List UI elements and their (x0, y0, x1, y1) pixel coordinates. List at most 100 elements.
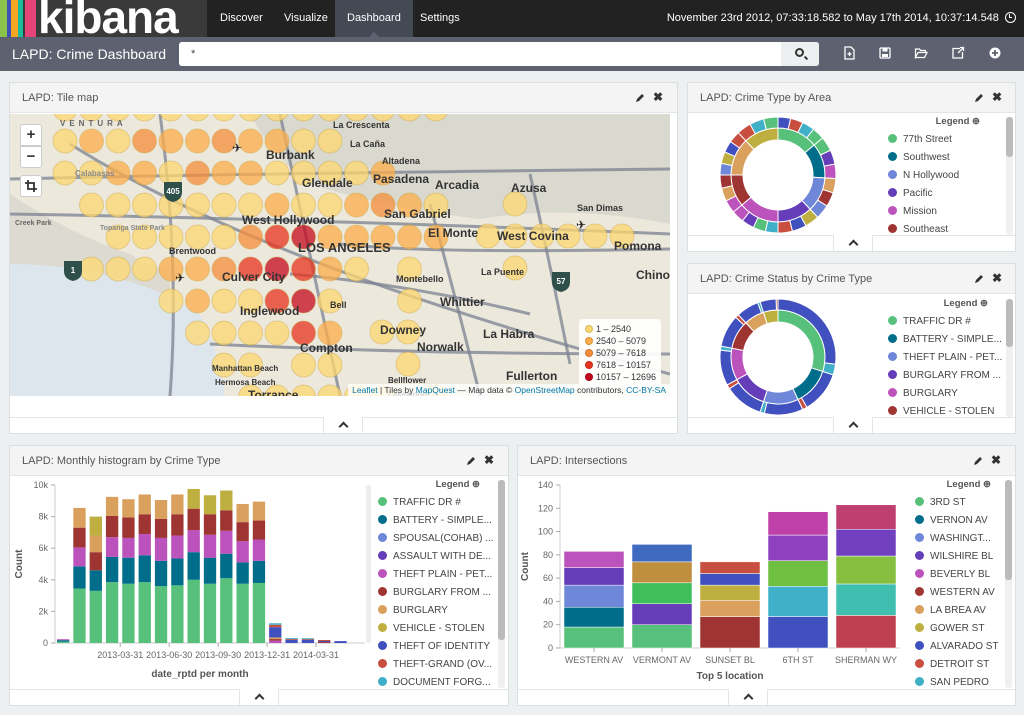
fit-bounds-button[interactable] (20, 175, 42, 197)
histogram-bar-segment[interactable] (285, 638, 298, 640)
histogram-bar-segment[interactable] (73, 547, 86, 567)
histogram-bar-segment[interactable] (138, 514, 151, 534)
heat-marker[interactable] (158, 128, 184, 154)
heat-marker[interactable] (185, 192, 210, 218)
histogram-bar-segment[interactable] (203, 495, 217, 515)
legend-item[interactable]: GOWER ST (915, 620, 1009, 638)
legend-item[interactable]: THEFT-GRAND (OV... (378, 656, 498, 674)
heat-marker[interactable] (132, 256, 157, 282)
legend-toggle-icon[interactable]: ⊕ (983, 479, 991, 490)
legend-item[interactable]: TRAFFIC DR # (888, 313, 1006, 331)
stacked-bar-segment[interactable] (699, 561, 761, 574)
histogram-bar-segment[interactable] (122, 557, 135, 584)
intersections-chart[interactable]: 0 20 40 60 80 100 120 140 Count WESTERN AV VERMONT… (518, 477, 913, 689)
close-icon[interactable]: ✖ (992, 90, 1002, 104)
legend-item[interactable]: BEVERLY BL (915, 566, 1009, 584)
histogram-bar-segment[interactable] (220, 578, 233, 643)
new-dashboard-icon[interactable] (842, 46, 856, 60)
clock-icon[interactable] (1005, 12, 1016, 23)
toggle-details-button[interactable] (239, 689, 279, 705)
heat-marker[interactable] (211, 192, 237, 218)
histogram-bar-segment[interactable] (89, 570, 102, 591)
heat-marker[interactable] (185, 160, 210, 186)
chart-scrollbar[interactable] (366, 485, 371, 643)
leaflet-link[interactable]: Leaflet (352, 385, 378, 395)
heat-marker[interactable] (185, 288, 210, 314)
histogram-bar-segment[interactable] (203, 514, 217, 535)
heat-marker[interactable] (132, 160, 157, 186)
scroll-thumb[interactable] (1006, 299, 1013, 347)
mapquest-link[interactable]: MapQuest (416, 385, 455, 395)
histogram-bar-segment[interactable] (57, 641, 70, 643)
histogram-bar-segment[interactable] (89, 552, 102, 571)
histogram-bar-segment[interactable] (105, 582, 119, 643)
legend-item[interactable]: WILSHIRE BL (915, 548, 1009, 566)
histogram-bar-segment[interactable] (252, 501, 266, 521)
legend-item[interactable]: BURGLARY (378, 602, 498, 620)
histogram-bar-segment[interactable] (252, 582, 266, 643)
legend-item[interactable]: Southwest (888, 149, 998, 167)
histogram-bar-segment[interactable] (187, 552, 200, 580)
heat-marker[interactable] (264, 160, 290, 186)
histogram-bar-segment[interactable] (269, 624, 282, 628)
stacked-bar-segment[interactable] (767, 586, 829, 617)
legend-item[interactable]: DETROIT ST (915, 656, 1009, 674)
heat-marker[interactable] (238, 160, 263, 186)
histogram-chart[interactable]: 02k4k6k8k10kCount2013-03-31 2013-06-30 201… (10, 477, 372, 689)
legend-scrollbar[interactable] (1006, 299, 1013, 417)
histogram-bar-segment[interactable] (252, 520, 266, 540)
histogram-bar-segment[interactable] (73, 527, 86, 548)
heat-marker[interactable] (344, 256, 369, 282)
heat-marker[interactable] (132, 192, 157, 218)
time-picker[interactable]: November 23rd 2012, 07:33:18.582 to May … (667, 0, 1016, 37)
histogram-bar-segment[interactable] (285, 639, 298, 643)
stacked-bar-segment[interactable] (563, 584, 625, 608)
heat-marker[interactable] (52, 128, 78, 154)
heat-marker[interactable] (105, 256, 131, 282)
legend-toggle-icon[interactable]: ⊕ (472, 479, 480, 490)
legend-toggle-icon[interactable]: ⊕ (972, 116, 980, 127)
histogram-bar-segment[interactable] (334, 641, 347, 643)
histogram-bar-segment[interactable] (122, 517, 135, 538)
histogram-bar-segment[interactable] (252, 560, 266, 583)
histogram-bar-segment[interactable] (154, 537, 168, 561)
stacked-bar-segment[interactable] (699, 573, 761, 586)
time-range-text[interactable]: November 23rd 2012, 07:33:18.582 to May … (667, 12, 999, 24)
heat-marker[interactable] (158, 288, 184, 314)
open-folder-icon[interactable] (914, 46, 928, 60)
stacked-bar-segment[interactable] (767, 511, 829, 536)
histogram-bar-segment[interactable] (220, 553, 233, 579)
stacked-bar-segment[interactable] (835, 555, 897, 585)
stacked-bar-segment[interactable] (699, 616, 761, 649)
heat-marker[interactable] (317, 352, 343, 378)
heat-marker[interactable] (238, 224, 263, 250)
histogram-bar-segment[interactable] (318, 639, 331, 641)
toggle-details-button[interactable] (833, 417, 873, 433)
zoom-in-button[interactable]: + (20, 124, 42, 146)
histogram-bar-segment[interactable] (57, 639, 70, 641)
legend-item[interactable]: VEHICLE - STOLEN (378, 620, 498, 638)
pie-chart[interactable] (718, 297, 838, 417)
histogram-bar-segment[interactable] (203, 557, 217, 584)
toggle-details-button[interactable] (728, 689, 768, 705)
map-view[interactable]: VENTURA La Crescenta La Caña Altadena Burban… (10, 114, 670, 396)
histogram-bar-segment[interactable] (171, 514, 184, 536)
heat-marker[interactable] (317, 256, 343, 282)
legend-item[interactable]: THEFT PLAIN - PET... (378, 566, 498, 584)
heat-marker[interactable] (238, 128, 263, 154)
legend-item[interactable]: BURGLARY FROM ... (378, 584, 498, 602)
histogram-bar-segment[interactable] (73, 566, 86, 589)
histogram-bar-segment[interactable] (154, 518, 168, 538)
legend-scrollbar[interactable] (1006, 117, 1013, 235)
stacked-bar-segment[interactable] (835, 615, 897, 649)
pie-slice-outer[interactable] (777, 219, 794, 234)
histogram-bar-segment[interactable] (236, 562, 249, 584)
edit-pencil-icon[interactable] (974, 93, 984, 103)
histogram-bar-segment[interactable] (122, 583, 135, 643)
pie-slice-outer[interactable] (762, 116, 779, 131)
legend-item[interactable]: WASHINGT... (915, 530, 1009, 548)
legend-toggle[interactable]: Legend ⊕ (888, 116, 998, 127)
legend-item[interactable]: BATTERY - SIMPLE... (378, 512, 498, 530)
heat-marker[interactable] (211, 160, 237, 186)
heat-marker[interactable] (211, 320, 237, 346)
